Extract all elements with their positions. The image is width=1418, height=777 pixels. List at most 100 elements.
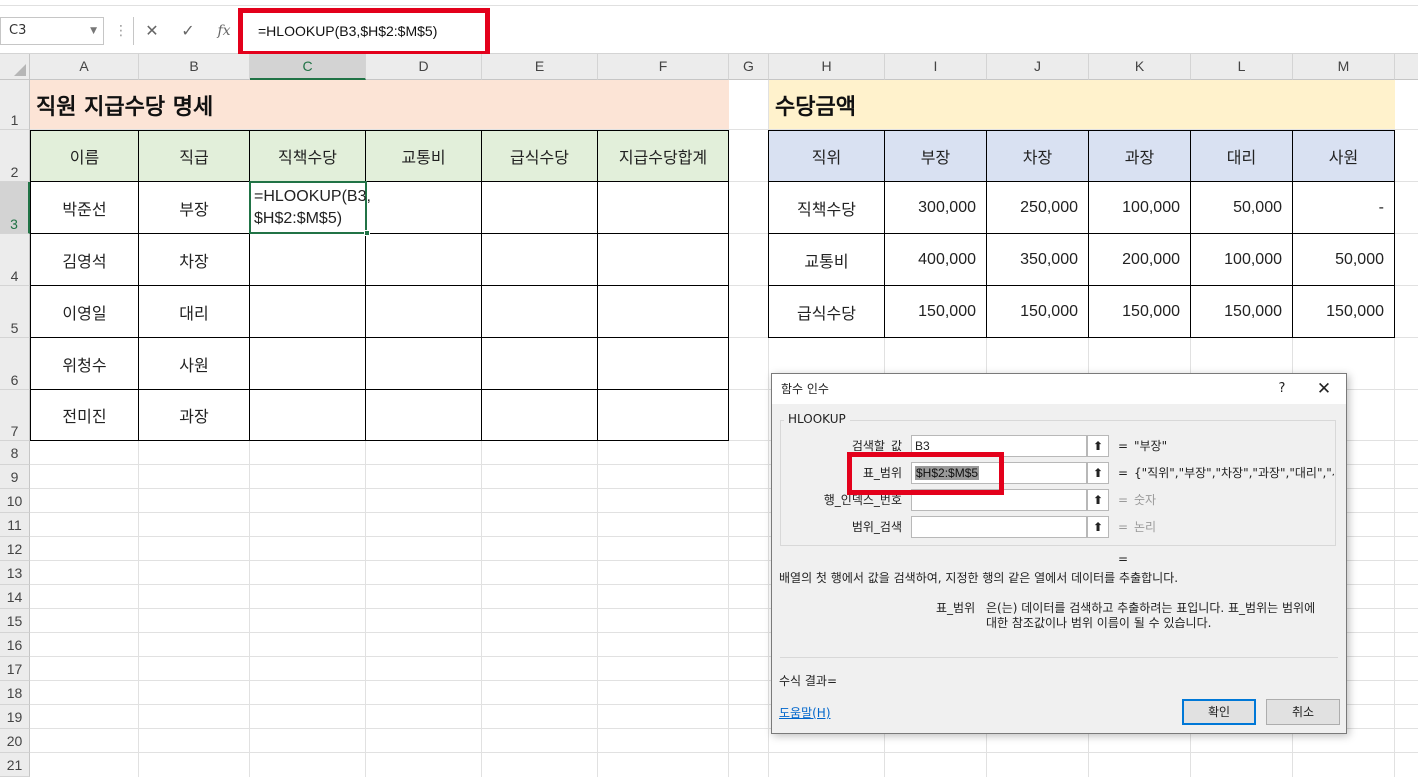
- cell-d3[interactable]: [365, 181, 482, 234]
- cell-rank[interactable]: 차장: [138, 233, 250, 286]
- cell-f4[interactable]: [597, 233, 729, 286]
- cell-f3[interactable]: [597, 181, 729, 234]
- row-header-12[interactable]: 12: [0, 537, 30, 561]
- allowance-label[interactable]: 교통비: [768, 233, 885, 286]
- cell-rank[interactable]: 사원: [138, 337, 250, 390]
- column-header-j[interactable]: J: [987, 54, 1089, 80]
- cell-rank[interactable]: 부장: [138, 181, 250, 234]
- column-header-d[interactable]: D: [366, 54, 482, 80]
- row-header-17[interactable]: 17: [0, 657, 30, 681]
- allowance-value[interactable]: 350,000: [986, 233, 1089, 286]
- cell-d6[interactable]: [365, 337, 482, 390]
- cell-e7[interactable]: [481, 389, 598, 441]
- cell-name[interactable]: 김영석: [30, 233, 139, 286]
- cell-name[interactable]: 이영일: [30, 285, 139, 338]
- enter-icon[interactable]: ✓: [173, 17, 203, 45]
- column-header-n[interactable]: [1395, 54, 1418, 80]
- cell-e5[interactable]: [481, 285, 598, 338]
- allowance-label[interactable]: 직책수당: [768, 181, 885, 234]
- allowance-value[interactable]: 200,000: [1088, 233, 1191, 286]
- help-icon[interactable]: ?: [1272, 374, 1292, 404]
- column-header-c[interactable]: C: [250, 54, 366, 80]
- row-header-18[interactable]: 18: [0, 681, 30, 705]
- allowance-value[interactable]: 100,000: [1190, 233, 1293, 286]
- row-header-6[interactable]: 6: [0, 338, 30, 390]
- cell-d5[interactable]: [365, 285, 482, 338]
- cell-name[interactable]: 박준선: [30, 181, 139, 234]
- row-header-5[interactable]: 5: [0, 286, 30, 338]
- row-header-20[interactable]: 20: [0, 729, 30, 753]
- row-header-15[interactable]: 15: [0, 609, 30, 633]
- chevron-down-icon[interactable]: ▼: [90, 18, 97, 44]
- row-header-7[interactable]: 7: [0, 390, 30, 441]
- allowance-value[interactable]: 50,000: [1292, 233, 1395, 286]
- cell-name[interactable]: 전미진: [30, 389, 139, 441]
- ok-button[interactable]: 확인: [1182, 699, 1256, 725]
- allowance-value[interactable]: 250,000: [986, 181, 1089, 234]
- row-header-11[interactable]: 11: [0, 513, 30, 537]
- row-header-13[interactable]: 13: [0, 561, 30, 585]
- column-header-b[interactable]: B: [139, 54, 250, 80]
- row-header-4[interactable]: 4: [0, 234, 30, 286]
- row-header-16[interactable]: 16: [0, 633, 30, 657]
- cancel-icon[interactable]: ✕: [137, 17, 167, 45]
- allowance-value[interactable]: 150,000: [986, 285, 1089, 338]
- cell-d4[interactable]: [365, 233, 482, 286]
- arg-label: 범위_검색: [851, 520, 902, 534]
- row-header-10[interactable]: 10: [0, 489, 30, 513]
- collapse-dialog-icon[interactable]: ⬆: [1087, 516, 1109, 538]
- allowance-value[interactable]: 300,000: [884, 181, 987, 234]
- column-header-f[interactable]: F: [598, 54, 729, 80]
- cell-c5[interactable]: [249, 285, 366, 338]
- cell-rank[interactable]: 과장: [138, 389, 250, 441]
- column-header-g[interactable]: G: [729, 54, 769, 80]
- row-header-21[interactable]: 21: [0, 753, 30, 777]
- collapse-dialog-icon[interactable]: ⬆: [1087, 462, 1109, 484]
- cancel-button[interactable]: 취소: [1266, 699, 1340, 725]
- fill-handle[interactable]: [364, 230, 370, 236]
- cell-c6[interactable]: [249, 337, 366, 390]
- row-header-19[interactable]: 19: [0, 705, 30, 729]
- cell-c7[interactable]: [249, 389, 366, 441]
- row-header-14[interactable]: 14: [0, 585, 30, 609]
- allowance-value[interactable]: 400,000: [884, 233, 987, 286]
- cell-d7[interactable]: [365, 389, 482, 441]
- close-icon[interactable]: ✕: [1312, 374, 1336, 404]
- allowance-value[interactable]: 150,000: [1190, 285, 1293, 338]
- row-header-2[interactable]: 2: [0, 130, 30, 182]
- column-header-a[interactable]: A: [30, 54, 139, 80]
- insert-function-icon[interactable]: fx: [209, 17, 239, 45]
- cell-e3[interactable]: [481, 181, 598, 234]
- row-header-1[interactable]: 1: [0, 80, 30, 130]
- help-link[interactable]: 도움말(H): [779, 704, 831, 721]
- name-box[interactable]: C3 ▼: [0, 17, 104, 45]
- active-cell-editor[interactable]: =HLOOKUP(B3, $H$2:$M$5): [249, 181, 371, 234]
- column-header-e[interactable]: E: [482, 54, 598, 80]
- allowance-value[interactable]: 150,000: [884, 285, 987, 338]
- allowance-value[interactable]: 100,000: [1088, 181, 1191, 234]
- allowance-label[interactable]: 급식수당: [768, 285, 885, 338]
- column-header-i[interactable]: I: [885, 54, 987, 80]
- column-header-m[interactable]: M: [1293, 54, 1395, 80]
- allowance-value[interactable]: 150,000: [1088, 285, 1191, 338]
- column-header-k[interactable]: K: [1089, 54, 1191, 80]
- cell-e4[interactable]: [481, 233, 598, 286]
- row-header-9[interactable]: 9: [0, 465, 30, 489]
- cell-f5[interactable]: [597, 285, 729, 338]
- allowance-value[interactable]: -: [1292, 181, 1395, 234]
- row-header-3[interactable]: 3: [0, 182, 30, 234]
- column-header-h[interactable]: H: [769, 54, 885, 80]
- row-header-8[interactable]: 8: [0, 441, 30, 465]
- collapse-dialog-icon[interactable]: ⬆: [1087, 435, 1109, 457]
- cell-rank[interactable]: 대리: [138, 285, 250, 338]
- allowance-value[interactable]: 50,000: [1190, 181, 1293, 234]
- cell-e6[interactable]: [481, 337, 598, 390]
- cell-f7[interactable]: [597, 389, 729, 441]
- cell-name[interactable]: 위청수: [30, 337, 139, 390]
- allowance-value[interactable]: 150,000: [1292, 285, 1395, 338]
- arg-input-range-lookup[interactable]: [911, 516, 1087, 538]
- column-header-l[interactable]: L: [1191, 54, 1293, 80]
- cell-f6[interactable]: [597, 337, 729, 390]
- collapse-dialog-icon[interactable]: ⬆: [1087, 489, 1109, 511]
- cell-c4[interactable]: [249, 233, 366, 286]
